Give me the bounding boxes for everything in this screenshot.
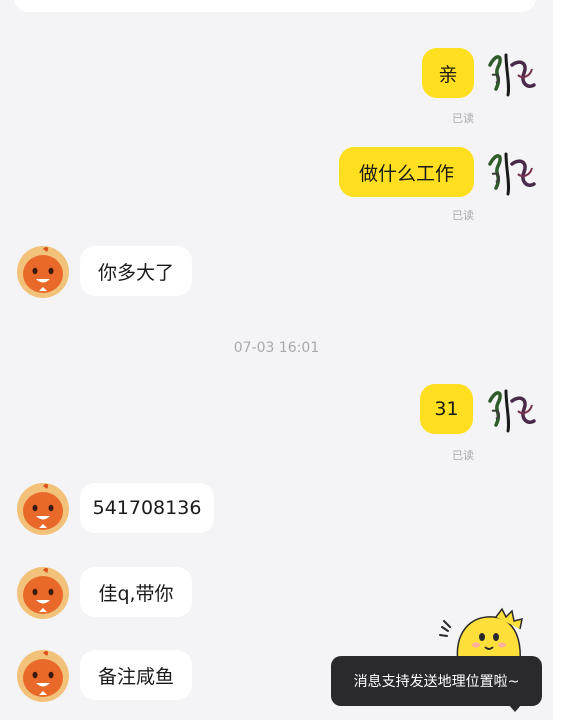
message-text: 你多大了 [98, 261, 175, 284]
contact-avatar-icon[interactable] [16, 245, 70, 299]
message-text: 做什么工作 [358, 162, 454, 185]
chat-area: 亲 已读 做什么工作 已读 你多大了 07-03 16:01 31 已读 541… [0, 0, 553, 720]
toast-pointer [508, 704, 522, 712]
self-avatar-icon[interactable] [484, 45, 538, 99]
incoming-message-bubble[interactable]: 541708136 [80, 483, 214, 533]
message-text: 佳q,带你 [98, 582, 174, 605]
message-text: 备注咸鱼 [98, 665, 175, 688]
self-avatar-icon[interactable] [484, 144, 538, 198]
message-text: 亲 [438, 63, 458, 86]
message-timestamp: 07-03 16:01 [233, 340, 320, 356]
previous-message-bubble[interactable] [14, 0, 536, 12]
message-text: 541708136 [92, 497, 202, 519]
contact-avatar-icon[interactable] [16, 566, 70, 620]
incoming-message-bubble[interactable]: 备注咸鱼 [80, 650, 192, 700]
incoming-message-bubble[interactable]: 佳q,带你 [80, 567, 192, 617]
toast-text: 消息支持发送地理位置啦~ [353, 674, 520, 690]
read-receipt: 已读 [452, 112, 474, 125]
contact-avatar-icon[interactable] [16, 649, 70, 703]
read-receipt: 已读 [452, 209, 474, 222]
contact-avatar-icon[interactable] [16, 482, 70, 536]
outgoing-message-bubble[interactable]: 31 [420, 384, 473, 434]
self-avatar-icon[interactable] [484, 381, 538, 435]
outgoing-message-bubble[interactable]: 亲 [422, 48, 474, 98]
incoming-message-bubble[interactable]: 你多大了 [80, 246, 192, 296]
location-feature-toast[interactable]: 消息支持发送地理位置啦~ [331, 656, 542, 706]
read-receipt: 已读 [452, 449, 474, 462]
outgoing-message-bubble[interactable]: 做什么工作 [339, 147, 474, 197]
message-text: 31 [434, 398, 459, 420]
